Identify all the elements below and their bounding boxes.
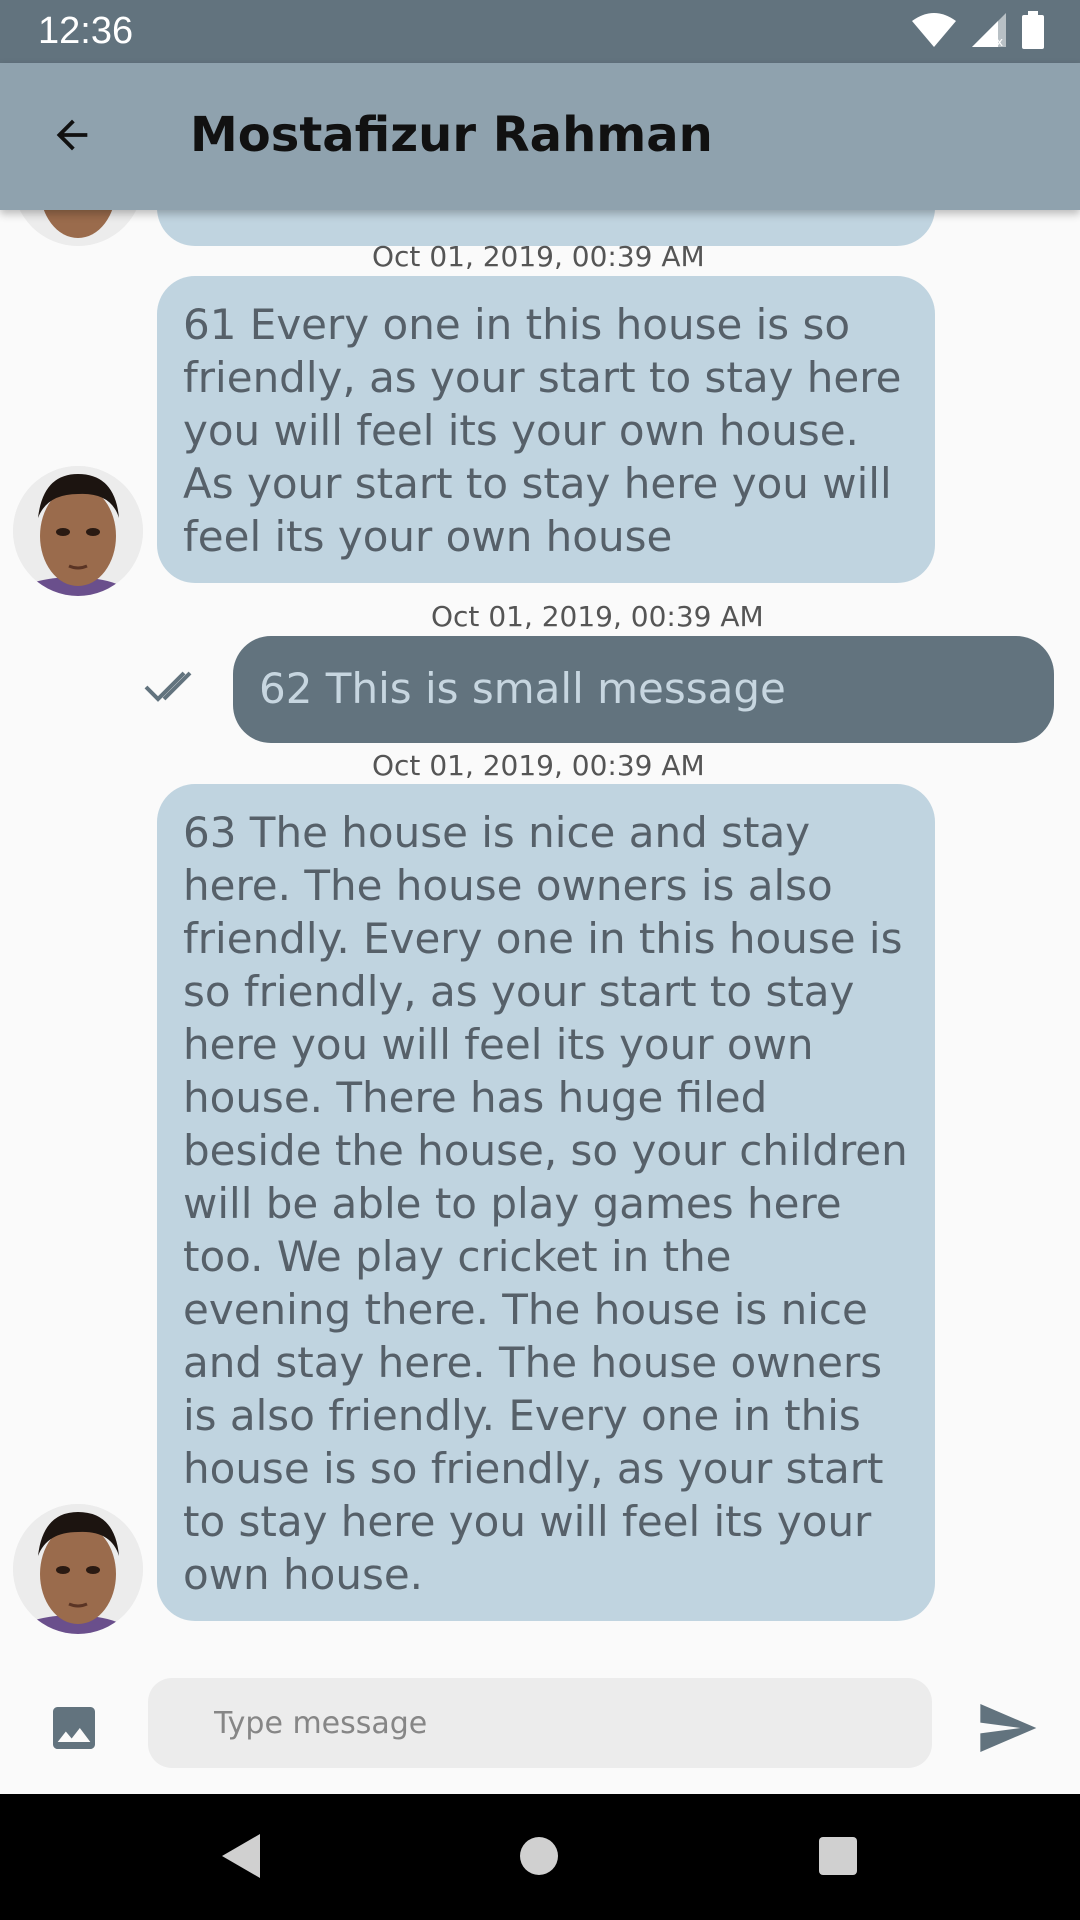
message-input[interactable] [148,1678,932,1768]
incoming-message-bubble[interactable]: 61 Every one in this house is so friendl… [157,276,935,583]
avatar [13,1504,143,1634]
avatar [13,466,143,596]
nav-back-button[interactable] [212,1830,268,1886]
triangle-back-icon [218,1832,262,1884]
avatar [13,210,143,246]
image-icon [46,1707,102,1760]
message-text: 61 Every one in this house is so friendl… [183,300,902,561]
back-button[interactable] [44,109,100,165]
circle-home-icon [519,1836,559,1880]
nav-recents-button[interactable] [810,1830,866,1886]
message-composer [0,1672,1080,1794]
app-bar: Mostafizur Rahman [0,63,1080,210]
message-timestamp: Oct 01, 2019, 00:39 AM [431,600,764,633]
arrow-back-icon [49,112,95,162]
message-timestamp: Oct 01, 2019, 00:39 AM [372,240,705,273]
outgoing-message-bubble[interactable]: 62 This is small message [233,636,1054,743]
svg-text:x: x [996,35,1003,47]
message-timestamp: Oct 01, 2019, 00:39 AM [372,749,705,782]
contact-name-title: Mostafizur Rahman [190,107,713,163]
system-navigation-bar [0,1794,1080,1920]
wifi-icon [912,12,956,52]
chat-message-list[interactable]: Oct 01, 2019, 00:39 AM 61 Every one in t… [0,210,1080,1672]
status-icons: x [912,10,1044,54]
incoming-message-bubble[interactable]: 63 The house is nice and stay here. The … [157,784,935,1621]
message-text: 63 The house is nice and stay here. The … [183,808,908,1599]
message-text: 62 This is small message [259,664,786,713]
send-button[interactable] [975,1696,1039,1760]
status-time: 12:36 [38,10,134,52]
nav-home-button[interactable] [511,1830,567,1886]
double-check-icon [144,667,206,711]
attach-image-button[interactable] [46,1700,102,1756]
send-icon [975,1704,1039,1764]
battery-icon [1022,10,1044,54]
square-recents-icon [818,1836,858,1880]
cell-signal-icon: x [972,12,1006,52]
status-bar: 12:36 x [0,0,1080,63]
